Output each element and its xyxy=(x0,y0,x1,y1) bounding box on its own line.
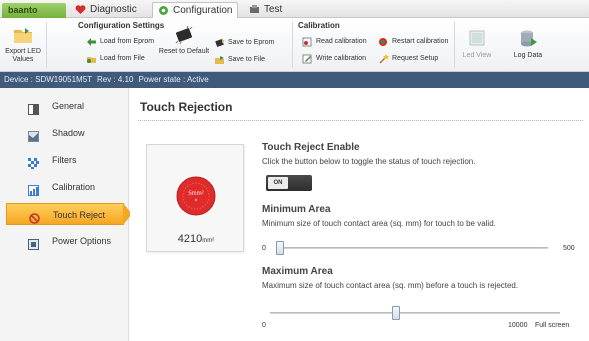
restart-calibration-icon xyxy=(378,37,389,47)
tab-label: Configuration xyxy=(173,5,233,16)
device-id: Device : SDW19051M5T xyxy=(4,75,93,84)
title-divider xyxy=(138,120,583,121)
slider-thumb[interactable] xyxy=(391,306,400,320)
maximum-area-max-label: 10000 xyxy=(508,322,528,329)
export-led-values-button[interactable]: Export LED Values xyxy=(4,24,42,64)
tab-diagnostic[interactable]: Diagnostic xyxy=(70,2,148,18)
read-calibration-icon xyxy=(302,37,313,47)
brand-tab[interactable]: baanto xyxy=(2,3,66,18)
touch-preview-card: 5mm² 4210mm² xyxy=(146,144,244,252)
folder-icon xyxy=(12,24,34,46)
sidebar-item-label: Power Options xyxy=(52,236,112,246)
maximum-area-min-label: 0 xyxy=(262,322,266,329)
filters-icon xyxy=(28,155,39,169)
slider-track xyxy=(276,247,548,249)
request-setup-button[interactable]: Request Setup xyxy=(378,53,438,65)
minimum-area-max-label: 500 xyxy=(563,245,575,252)
config-settings-group-title: Configuration Settings xyxy=(78,21,165,30)
touch-reject-enable-title: Touch Reject Enable xyxy=(262,142,360,153)
tab-test[interactable]: Test xyxy=(244,2,296,18)
device-status-bar: Device : SDW19051M5T Rev : 4.10 Power stat… xyxy=(0,72,589,88)
save-to-eprom-button[interactable]: Save to Eprom xyxy=(214,37,274,49)
power-state: Power state : Active xyxy=(138,75,209,84)
firmware-rev: Rev : 4.10 xyxy=(97,75,134,84)
sidebar-item-general[interactable]: General xyxy=(0,95,129,117)
toggle-state-label: ON xyxy=(268,177,288,189)
touch-reject-toggle[interactable]: ON xyxy=(266,175,312,191)
touch-area-circle: 5mm² xyxy=(176,176,216,216)
database-icon xyxy=(517,28,539,50)
minimum-area-title: Minimum Area xyxy=(262,204,331,215)
touch-circle-label: 5mm² xyxy=(188,191,203,197)
sidebar-item-shadow[interactable]: Shadow xyxy=(0,122,129,144)
restart-calibration-button[interactable]: Restart calibration xyxy=(378,36,448,48)
sidebar-item-filters[interactable]: Filters xyxy=(0,149,129,171)
full-screen-label: Full screen xyxy=(535,322,570,329)
minimum-area-description: Minimum size of touch contact area (sq. … xyxy=(262,219,496,228)
wand-icon xyxy=(378,54,389,64)
touch-reject-enable-description: Click the button below to toggle the sta… xyxy=(262,157,476,166)
led-view-icon xyxy=(466,28,488,50)
ribbon-separator xyxy=(292,22,293,68)
sidebar-item-touch-reject[interactable]: Touch Reject xyxy=(6,203,132,225)
calibration-group-title: Calibration xyxy=(298,21,340,30)
chip-icon xyxy=(173,24,195,46)
load-from-eprom-button[interactable]: Load from Eprom xyxy=(86,36,154,48)
tab-configuration[interactable]: Configuration xyxy=(152,2,238,18)
minimum-area-slider[interactable] xyxy=(276,241,548,255)
prohibited-icon xyxy=(29,210,40,224)
sidebar-item-label: Filters xyxy=(52,155,77,165)
tab-bar: baanto Diagnostic Configuration Test xyxy=(0,0,589,18)
sidebar-item-label: Touch Reject xyxy=(53,210,106,220)
shadow-icon xyxy=(28,128,39,142)
ribbon: Export LED Values Configuration Settings… xyxy=(0,18,589,72)
read-calibration-button[interactable]: Read calibration xyxy=(302,36,367,48)
ribbon-separator xyxy=(454,22,455,68)
main-panel: Touch Rejection 5mm² 4210mm² Touch Rejec… xyxy=(130,88,589,341)
tab-label: Test xyxy=(264,4,283,15)
touch-area-unit: mm² xyxy=(202,238,215,244)
slider-thumb[interactable] xyxy=(276,241,284,255)
sidebar-item-calibration[interactable]: Calibration xyxy=(0,176,129,198)
maximum-area-description: Maximum size of touch contact area (sq. … xyxy=(262,281,519,290)
write-calibration-button[interactable]: Write calibration xyxy=(302,53,366,65)
reset-to-default-button[interactable]: Reset to Default xyxy=(157,24,211,56)
sidebar-item-label: General xyxy=(52,101,85,111)
touch-area-value: 4210mm² xyxy=(177,233,215,245)
log-data-button[interactable]: Log Data xyxy=(510,28,546,60)
eprom-save-icon xyxy=(214,38,225,48)
test-icon xyxy=(249,4,260,15)
gear-icon xyxy=(158,5,169,16)
sidebar: General Shadow Filters Calibration Touch… xyxy=(0,88,132,341)
file-load-icon xyxy=(86,54,97,64)
slider-track xyxy=(270,312,560,314)
sidebar-item-label: Calibration xyxy=(52,182,96,192)
minimum-area-min-label: 0 xyxy=(262,245,266,252)
maximum-area-slider[interactable] xyxy=(270,306,560,320)
load-from-file-button[interactable]: Load from File xyxy=(86,53,145,65)
write-calibration-icon xyxy=(302,54,313,64)
calibration-icon xyxy=(28,182,39,196)
heart-icon xyxy=(75,4,86,15)
general-icon xyxy=(28,101,39,115)
file-save-icon xyxy=(214,55,225,65)
power-options-icon xyxy=(28,236,39,250)
page-title: Touch Rejection xyxy=(140,100,233,114)
ribbon-separator xyxy=(46,22,47,68)
app-window: baanto Diagnostic Configuration Test Exp… xyxy=(0,0,589,341)
maximum-area-title: Maximum Area xyxy=(262,266,333,277)
save-to-file-button[interactable]: Save to File xyxy=(214,54,265,66)
eprom-load-icon xyxy=(86,37,97,47)
tab-label: Diagnostic xyxy=(90,4,137,15)
led-view-button[interactable]: Led View xyxy=(460,28,494,60)
sidebar-item-label: Shadow xyxy=(52,128,85,138)
sidebar-item-power-options[interactable]: Power Options xyxy=(0,230,129,252)
